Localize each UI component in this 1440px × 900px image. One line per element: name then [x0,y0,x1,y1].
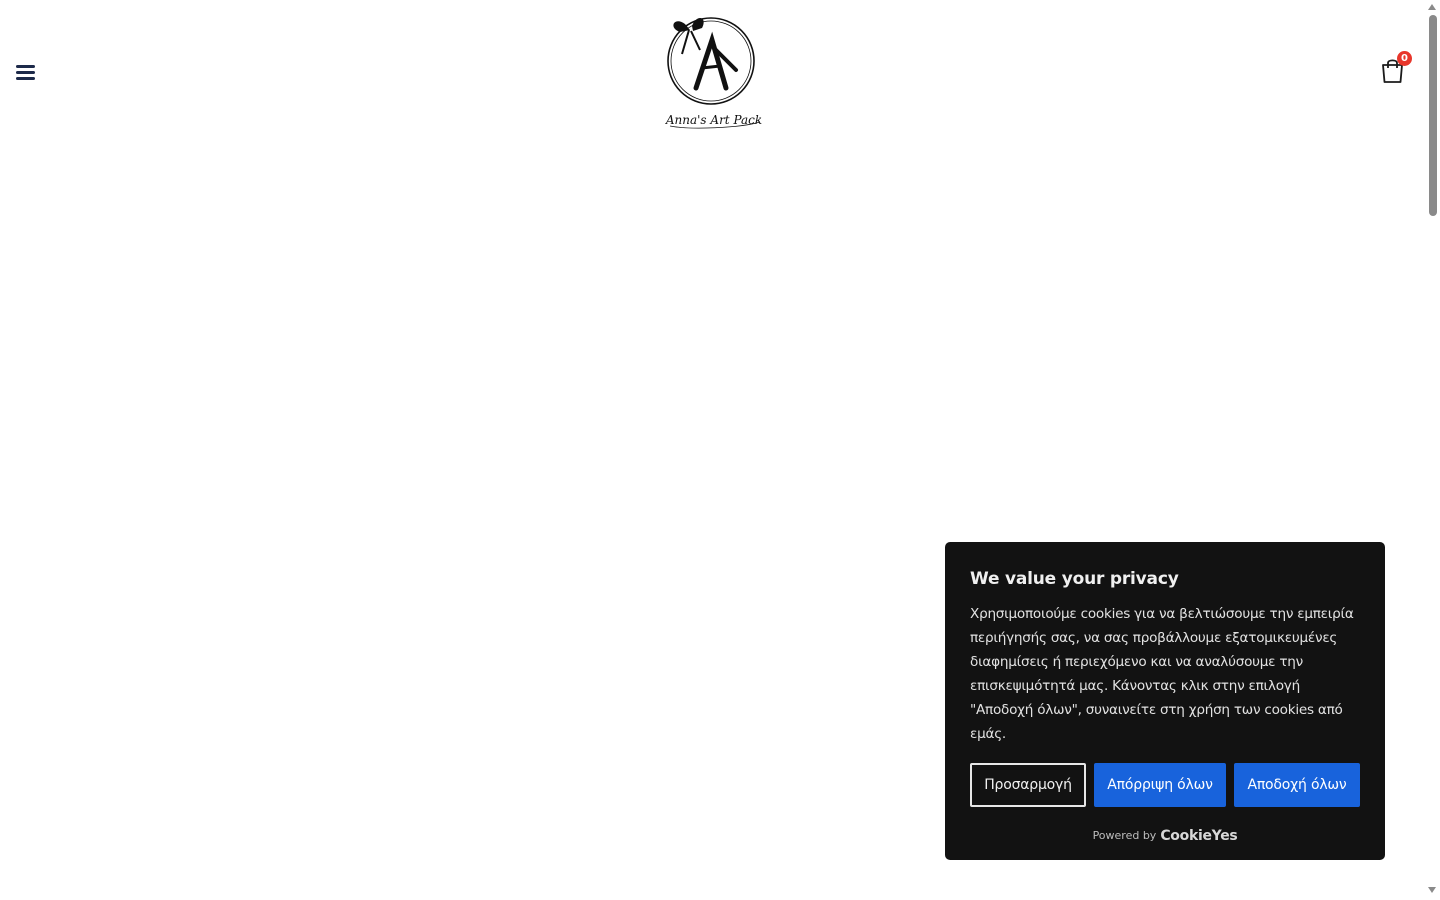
cookie-banner-title: We value your privacy [970,569,1179,589]
cart-button[interactable]: 0 [1378,50,1414,84]
powered-by-label: Powered by [1092,829,1157,842]
scroll-up-arrow-icon[interactable] [1428,4,1436,10]
site-logo[interactable]: Anna's Art Pack [660,10,768,132]
accept-all-button[interactable]: Αποδοχή όλων [1234,763,1360,807]
cookie-consent-banner: We value your privacy Χρησιμοποιούμε coo… [945,542,1385,860]
reject-all-button[interactable]: Απόρριψη όλων [1094,763,1226,807]
customize-button[interactable]: Προσαρμογή [970,763,1086,807]
cookie-banner-description: Χρησιμοποιούμε cookies για να βελτιώσουμ… [970,606,1354,742]
powered-by: Powered by CookieYes [945,828,1385,844]
cookie-button-group: Προσαρμογή Απόρριψη όλων Αποδοχή όλων [970,763,1360,807]
logo-image: Anna's Art Pack [665,17,762,129]
scrollbar-thumb[interactable] [1429,15,1437,216]
cart-count-badge: 0 [1397,51,1412,66]
scroll-down-arrow-icon[interactable] [1428,887,1436,893]
page-scrollbar[interactable] [1425,0,1440,900]
site-header: Anna's Art Pack 0 [0,0,1425,140]
hamburger-menu-icon[interactable] [14,62,38,86]
cookieyes-logo[interactable]: CookieYes [1160,828,1237,844]
